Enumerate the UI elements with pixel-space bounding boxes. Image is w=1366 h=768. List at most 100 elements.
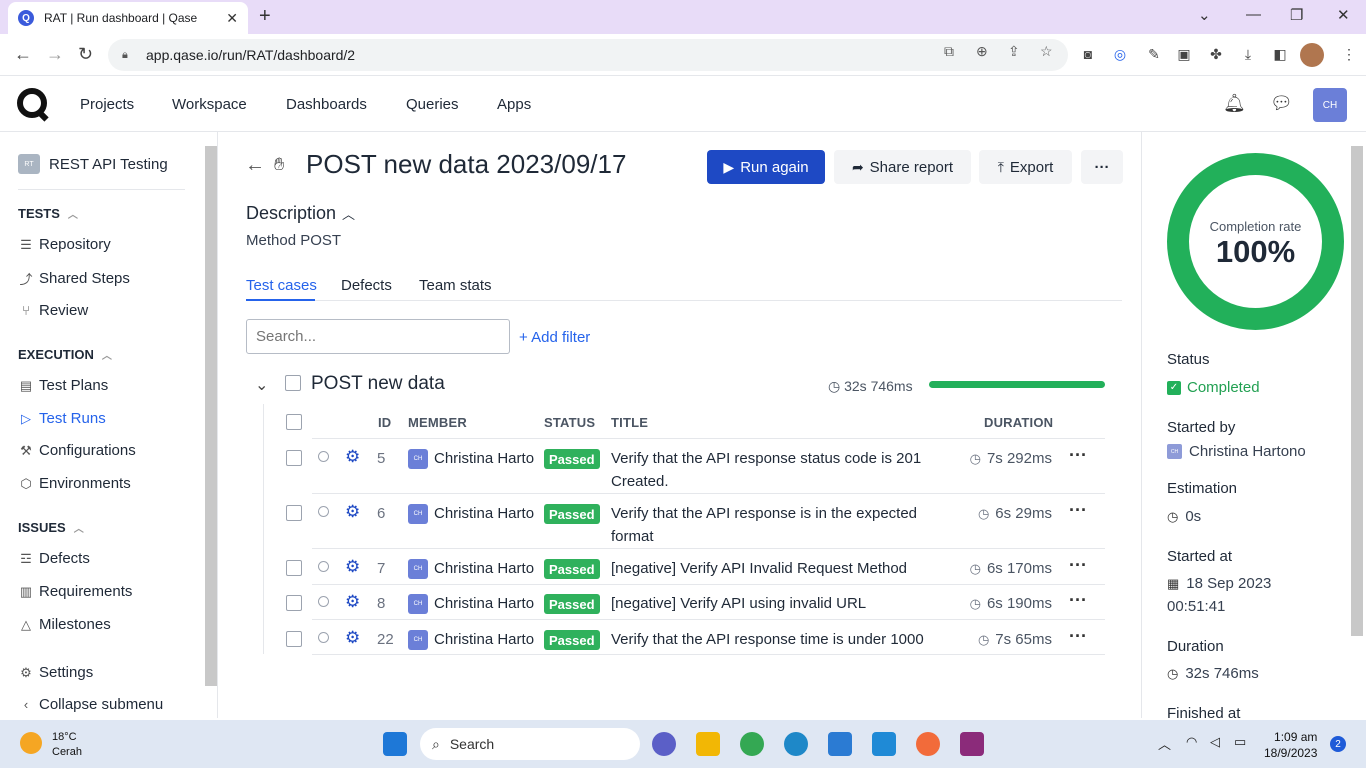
windows-start-icon[interactable] <box>383 732 407 756</box>
run-again-button[interactable]: ▶ Run again <box>707 150 825 184</box>
share-icon[interactable]: ⇪ <box>1008 43 1020 60</box>
sidebar-item-environments[interactable]: ⬡ Environments <box>18 475 130 492</box>
taskbar-search[interactable]: ⌕ Search <box>420 728 640 760</box>
extension-box-icon[interactable]: ▣ <box>1175 46 1193 64</box>
file-explorer-icon[interactable] <box>696 732 720 756</box>
column-duration[interactable]: DURATION <box>984 415 1053 430</box>
weather-moon-icon[interactable] <box>20 732 42 754</box>
sidebar-item-shared-steps[interactable]: ⤴ Shared Steps <box>18 269 129 288</box>
sidebar-item-requirements[interactable]: ▥ Requirements <box>18 583 133 600</box>
sidebar-item-milestones[interactable]: △ Milestones <box>18 616 111 633</box>
zoom-icon[interactable]: ⊕ <box>976 43 988 60</box>
row-more-icon[interactable]: ··· <box>1069 500 1087 521</box>
browser-menu-icon[interactable]: ⋮ <box>1340 46 1358 64</box>
tab-defects[interactable]: Defects <box>341 277 392 294</box>
case-title[interactable]: [negative] Verify API using invalid URL <box>611 592 941 615</box>
panel-scrollbar[interactable] <box>1351 146 1363 636</box>
chevron-down-icon[interactable]: ⌄ <box>255 375 268 395</box>
row-checkbox[interactable] <box>286 560 302 576</box>
camera-extension-icon[interactable]: ◙ <box>1079 46 1097 64</box>
profile-avatar[interactable] <box>1300 43 1324 67</box>
sidebar-item-configurations[interactable]: ⚒ Configurations <box>18 442 136 459</box>
row-more-icon[interactable]: ··· <box>1069 445 1087 466</box>
side-panel-icon[interactable]: ◧ <box>1271 46 1289 64</box>
tab-team-stats[interactable]: Team stats <box>419 277 492 294</box>
nav-projects[interactable]: Projects <box>80 96 134 113</box>
row-more-icon[interactable]: ··· <box>1069 590 1087 611</box>
sidebar-item-defects[interactable]: ☲ Defects <box>18 550 90 567</box>
case-title[interactable]: [negative] Verify API Invalid Request Me… <box>611 557 941 580</box>
battery-icon[interactable]: ▭ <box>1234 734 1246 750</box>
section-tests[interactable]: TESTS ︿ <box>18 206 78 221</box>
postman-icon[interactable] <box>916 732 940 756</box>
forward-icon[interactable]: → <box>46 44 64 65</box>
browser-tab[interactable]: Q RAT | Run dashboard | Qase ✕ <box>8 2 248 34</box>
row-checkbox[interactable] <box>286 595 302 611</box>
nav-queries[interactable]: Queries <box>406 96 459 113</box>
case-title[interactable]: Verify that the API response status code… <box>611 447 941 493</box>
qase-logo[interactable] <box>17 88 47 118</box>
minimize-icon[interactable]: — <box>1246 6 1261 23</box>
wifi-icon[interactable]: ◠ <box>1186 734 1197 750</box>
row-more-icon[interactable]: ··· <box>1069 626 1087 647</box>
notification-badge[interactable]: 2 <box>1330 736 1346 752</box>
row-checkbox[interactable] <box>286 505 302 521</box>
sidebar-item-test-plans[interactable]: ▤ Test Plans <box>18 377 108 394</box>
vscode-icon[interactable] <box>872 732 896 756</box>
close-tab-icon[interactable]: ✕ <box>226 10 238 27</box>
collapse-submenu-button[interactable]: ‹ Collapse submenu <box>18 696 163 713</box>
download-icon[interactable]: ⤓ <box>1239 46 1257 64</box>
address-bar[interactable]: 🔒︎ app.qase.io/run/RAT/dashboard/2 <box>108 39 1068 71</box>
suite-checkbox[interactable] <box>285 375 301 391</box>
user-avatar[interactable]: CH <box>1313 88 1347 122</box>
bell-icon[interactable]: 🔔︎ <box>1223 93 1246 114</box>
column-id[interactable]: ID <box>378 415 391 430</box>
teams-chat-icon[interactable] <box>652 732 676 756</box>
sidebar-item-repository[interactable]: ☰ Repository <box>18 236 111 253</box>
nav-dashboards[interactable]: Dashboards <box>286 96 367 113</box>
column-status[interactable]: STATUS <box>544 415 595 430</box>
new-tab-icon[interactable]: + <box>259 5 271 28</box>
export-button[interactable]: ⤒ Export <box>979 150 1072 184</box>
sidebar-scrollbar[interactable] <box>205 146 217 686</box>
add-filter-link[interactable]: + Add filter <box>519 329 590 346</box>
sidebar-item-test-runs[interactable]: ▷ Test Runs <box>18 410 106 427</box>
winrar-icon[interactable] <box>960 732 984 756</box>
weather-widget[interactable]: 18°C Cerah <box>52 730 82 760</box>
tab-search-chevron-icon[interactable]: ⌄ <box>1198 6 1211 24</box>
nav-apps[interactable]: Apps <box>497 96 531 113</box>
case-title[interactable]: Verify that the API response is in the e… <box>611 502 941 548</box>
pen-extension-icon[interactable]: ✎ <box>1145 46 1163 64</box>
project-switcher[interactable]: RT REST API Testing <box>18 154 168 174</box>
more-options-button[interactable]: ··· <box>1081 150 1123 184</box>
window-close-icon[interactable]: ✕ <box>1337 6 1350 24</box>
row-checkbox[interactable] <box>286 450 302 466</box>
notepad-icon[interactable] <box>828 732 852 756</box>
chrome-icon[interactable] <box>740 732 764 756</box>
system-clock[interactable]: 1:09 am 18/9/2023 <box>1264 729 1317 761</box>
reload-icon[interactable]: ↻ <box>78 44 93 65</box>
tab-test-cases[interactable]: Test cases <box>246 277 317 294</box>
section-execution[interactable]: EXECUTION ︿ <box>18 347 112 362</box>
restore-icon[interactable]: ❐ <box>1290 6 1303 24</box>
back-icon[interactable]: ← <box>14 44 32 65</box>
row-more-icon[interactable]: ··· <box>1069 555 1087 576</box>
speaker-icon[interactable]: ◁ <box>1210 734 1220 750</box>
case-title[interactable]: Verify that the API response time is und… <box>611 628 941 651</box>
description-toggle[interactable]: Description ︿ <box>246 203 355 224</box>
sidebar-item-review[interactable]: ⑂ Review <box>18 302 88 319</box>
edge-icon[interactable] <box>784 732 808 756</box>
chevron-up-icon[interactable]: ︿ <box>1158 734 1171 753</box>
extension-circle-icon[interactable]: ◎ <box>1111 46 1129 64</box>
select-all-checkbox[interactable] <box>286 414 302 430</box>
puzzle-extensions-icon[interactable]: ✤ <box>1207 46 1225 64</box>
chat-icon[interactable]: 💬︎ <box>1270 93 1293 114</box>
search-input[interactable] <box>246 319 510 354</box>
share-report-button[interactable]: ➦ Share report <box>834 150 971 184</box>
back-arrow-icon[interactable]: ← <box>245 154 265 177</box>
section-issues[interactable]: ISSUES ︿ <box>18 520 84 535</box>
column-title[interactable]: TITLE <box>611 415 648 430</box>
bookmark-star-icon[interactable]: ☆ <box>1040 43 1053 60</box>
column-member[interactable]: MEMBER <box>408 415 467 430</box>
sidebar-item-settings[interactable]: ⚙ Settings <box>18 664 93 681</box>
